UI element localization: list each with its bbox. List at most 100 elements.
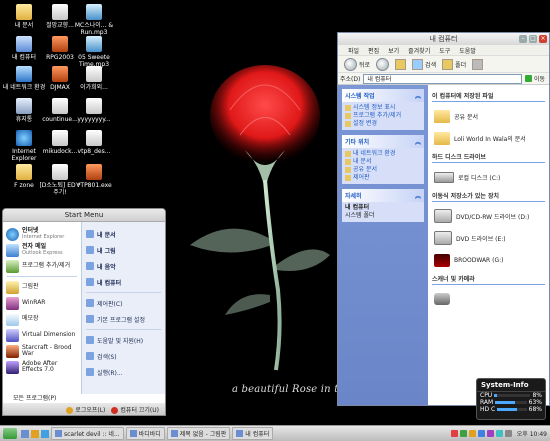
- start-place-control-panel[interactable]: 제어판(C): [82, 295, 165, 311]
- menu-help[interactable]: 도움말: [459, 46, 476, 55]
- ram-row: RAM 63%: [477, 399, 545, 406]
- tray-icon[interactable]: [450, 430, 458, 437]
- place-link[interactable]: 공유 문서: [345, 166, 421, 174]
- task-link[interactable]: 설정 변경: [345, 120, 421, 128]
- drive-item[interactable]: BROODWAR (G:): [434, 249, 545, 271]
- task-link[interactable]: 프로그램 추가/제거: [345, 112, 421, 120]
- info-icon: [345, 105, 351, 111]
- desktop-icon-label: 내 문서: [14, 22, 34, 29]
- minimize-button[interactable]: –: [519, 35, 527, 43]
- desktop-icon-file-2[interactable]: 이가희외...: [72, 66, 116, 91]
- start-item-paint[interactable]: 그림판: [3, 279, 81, 295]
- start-place-run[interactable]: 실행(R)...: [82, 364, 165, 380]
- forward-button[interactable]: [376, 57, 390, 71]
- start-item-internet[interactable]: 인터넷 Internet Explorer: [3, 226, 81, 242]
- shutdown-button[interactable]: 컴퓨터 끄기(U): [111, 405, 159, 414]
- cd-drive-icon: [434, 209, 452, 223]
- place-link[interactable]: 제어판: [345, 174, 421, 182]
- place-label: 내 그림: [97, 247, 116, 255]
- folder-icon: [16, 164, 32, 180]
- close-button[interactable]: ×: [539, 35, 547, 43]
- volume-icon[interactable]: [504, 430, 512, 437]
- menu-tools[interactable]: 도구: [439, 46, 450, 55]
- drive-item[interactable]: 로컬 디스크 (C:): [434, 166, 545, 188]
- logoff-button[interactable]: 로그오프(L): [66, 405, 105, 414]
- device-item[interactable]: [434, 288, 545, 310]
- metric-value: 63%: [528, 399, 542, 406]
- start-place-my-computer[interactable]: 내 컴퓨터: [82, 274, 165, 290]
- folder-item[interactable]: 공유 문서: [434, 105, 545, 127]
- desktop-icon-label: 내 컴퓨터: [12, 54, 36, 61]
- task-link[interactable]: 시스템 정보 표시: [345, 104, 421, 112]
- clock[interactable]: 오후 10:49: [517, 429, 547, 438]
- start-place-search[interactable]: 검색(S): [82, 348, 165, 364]
- folder-item[interactable]: Loli World In Wala의 문서: [434, 127, 545, 149]
- programs-icon: [6, 259, 19, 273]
- tray-icon[interactable]: [477, 430, 485, 437]
- tray-icon[interactable]: [468, 430, 476, 437]
- folders-button[interactable]: 폴더: [442, 58, 466, 70]
- start-item-after-effects[interactable]: Adobe After Effects 7.0: [3, 359, 81, 375]
- views-icon[interactable]: [472, 58, 484, 70]
- start-place-default-programs[interactable]: 기본 프로그램 설정: [82, 311, 165, 327]
- start-item-email[interactable]: 전자 메일 Outlook Express: [3, 242, 81, 258]
- place-link[interactable]: 내 네트워크 환경: [345, 150, 421, 158]
- search-icon: [86, 352, 94, 360]
- search-button[interactable]: 검색: [412, 58, 436, 70]
- menu-file[interactable]: 파일: [348, 46, 359, 55]
- start-place-help[interactable]: 도움말 및 지원(H): [82, 332, 165, 348]
- taskbar-button[interactable]: scarlet devil :: 네...: [51, 427, 124, 440]
- tray-icon[interactable]: [486, 430, 494, 437]
- start-place-my-music[interactable]: 내 음악: [82, 258, 165, 274]
- desktop-icon-vtp801[interactable]: VTP801.exe: [72, 164, 116, 189]
- collapse-icon[interactable]: ︽: [415, 91, 421, 100]
- panel-header[interactable]: 기타 위치 ︽: [342, 135, 424, 148]
- desktop-icon-mp3[interactable]: MC스나이... & Run.mp3: [72, 4, 116, 36]
- place-link[interactable]: 내 문서: [345, 158, 421, 166]
- tray-icon[interactable]: [459, 430, 467, 437]
- application-icon: [52, 36, 68, 52]
- system-tasks-panel: 시스템 작업 ︽ 시스템 정보 표시 프로그램 추가/제거 설정 변경: [342, 89, 424, 130]
- explorer-window[interactable]: 내 컴퓨터 – □ × 파일 편집 보기 즐겨찾기 도구 도움말 뒤로 검색 폴…: [337, 32, 550, 406]
- up-folder-icon[interactable]: [395, 58, 407, 70]
- all-programs-button[interactable]: 모든 프로그램(P): [3, 393, 91, 403]
- start-item-add-remove[interactable]: 프로그램 추가/제거: [3, 258, 81, 274]
- start-item-notepad[interactable]: 메모장: [3, 311, 81, 327]
- hd-bar: [497, 408, 527, 411]
- start-item-winrar[interactable]: WinRAR: [3, 295, 81, 311]
- place-label: 내 네트워크 환경: [353, 150, 396, 157]
- maximize-button[interactable]: □: [529, 35, 537, 43]
- menu-favorites[interactable]: 즐겨찾기: [408, 46, 430, 55]
- address-field[interactable]: 내 컴퓨터: [363, 73, 522, 84]
- start-item-virtual-dimension[interactable]: Virtual Dimension: [3, 327, 81, 343]
- start-place-my-documents[interactable]: 내 문서: [82, 226, 165, 242]
- explorer-titlebar[interactable]: 내 컴퓨터 – □ ×: [338, 33, 549, 45]
- start-item-starcraft[interactable]: Starcraft - Brood War: [3, 343, 81, 359]
- quick-launch-icon[interactable]: [31, 429, 39, 438]
- taskbar-button[interactable]: 제목 없음 - 그림판: [166, 427, 231, 440]
- drive-item[interactable]: DVD 드라이브 (E:): [434, 227, 545, 249]
- collapse-icon[interactable]: ︽: [415, 191, 421, 200]
- go-button[interactable]: 이동: [524, 74, 545, 83]
- panel-header[interactable]: 자세히 ︽: [342, 189, 424, 202]
- menu-edit[interactable]: 편집: [368, 46, 379, 55]
- back-button[interactable]: 뒤로: [344, 57, 370, 71]
- start-button[interactable]: [3, 428, 17, 439]
- drive-item[interactable]: DVD/CD-RW 드라이브 (D:): [434, 205, 545, 227]
- taskbar-button[interactable]: 내 컴퓨터: [232, 427, 274, 440]
- desktop-icon-vtp8[interactable]: vtp8_des...: [72, 130, 116, 155]
- tray-icon[interactable]: [495, 430, 503, 437]
- address-bar: 주소(D) 내 컴퓨터 이동: [338, 73, 549, 85]
- collapse-icon[interactable]: ︽: [415, 137, 421, 146]
- taskbar-button[interactable]: 바디바디: [125, 427, 165, 440]
- audio-file-icon: [86, 4, 102, 20]
- menu-view[interactable]: 보기: [388, 46, 399, 55]
- start-place-my-pictures[interactable]: 내 그림: [82, 242, 165, 258]
- quick-launch-icon[interactable]: [41, 429, 49, 438]
- panel-header[interactable]: 시스템 작업 ︽: [342, 89, 424, 102]
- ram-bar-fill: [495, 401, 516, 404]
- quick-launch-icon[interactable]: [21, 429, 29, 438]
- desktop-icon-yyy[interactable]: yyyyyyyy...: [72, 98, 116, 123]
- desktop-icon-mp3-2[interactable]: 05 Sweete Time.mp3: [72, 36, 116, 68]
- taskbar-button-label: 바디바디: [138, 431, 161, 438]
